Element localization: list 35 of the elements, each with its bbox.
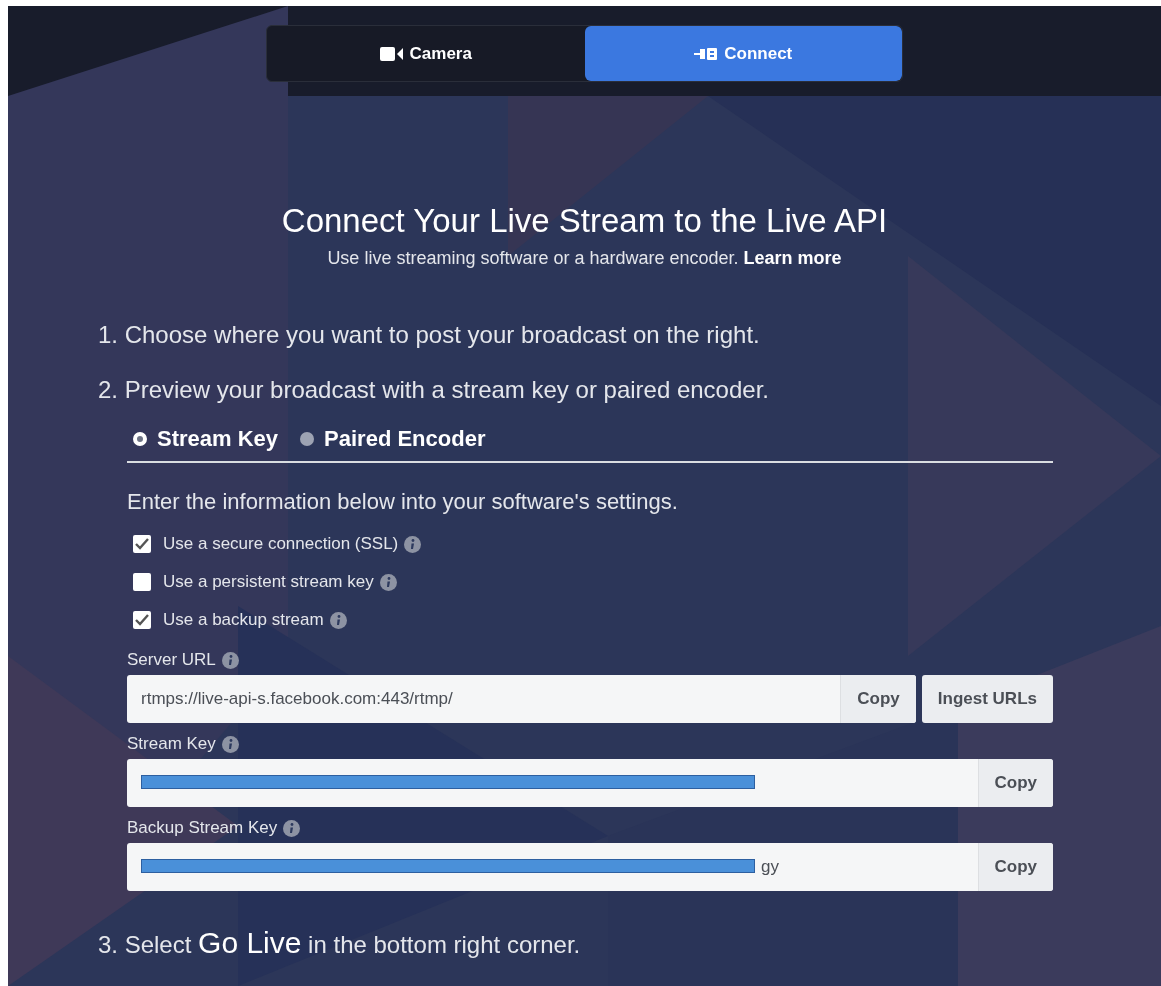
field-label: Stream Key: [127, 734, 216, 754]
info-icon[interactable]: [283, 819, 301, 837]
checkbox[interactable]: [133, 611, 151, 629]
mode-option[interactable]: Stream Key: [133, 426, 279, 452]
info-icon[interactable]: [221, 651, 239, 669]
ingest-urls-button[interactable]: Ingest URLs: [921, 675, 1053, 723]
step-text: 2. Preview your broadcast with a stream key or paired encoder.: [98, 375, 769, 405]
info-icon[interactable]: [379, 573, 397, 591]
info-icon[interactable]: [329, 611, 347, 629]
field-label: Server URL: [127, 650, 216, 670]
input-field[interactable]: rtmps://live-api-s.facebook.com:443/rtmp/ Copy: [127, 675, 916, 723]
tab[interactable]: Camera: [267, 26, 585, 81]
page-title: Connect Your Live Stream to the Live API: [280, 202, 889, 240]
subtitle: Use live streaming software or a hardware encoder. Learn more: [326, 248, 843, 269]
option-label: Use a secure connection (SSL): [163, 534, 399, 554]
video-camera-icon: [379, 45, 404, 62]
copy-button[interactable]: Copy: [840, 675, 916, 723]
checkbox[interactable]: [133, 573, 151, 591]
tab[interactable]: Connect: [584, 26, 902, 81]
step-text: 1. Choose where you want to post your broadcast on the right.: [98, 320, 760, 350]
option-label: Use a persistent stream key: [163, 572, 374, 592]
instructions: Enter the information below into your software's settings.: [127, 489, 679, 515]
info-icon[interactable]: [404, 535, 422, 553]
field-label: Backup Stream Key: [127, 818, 278, 838]
plug-icon: [694, 46, 719, 61]
field-value-area: rtmps://live-api-s.facebook.com:443/rtmp/: [127, 675, 841, 723]
option-label: Use a backup stream: [163, 610, 324, 630]
mode-option[interactable]: Paired Encoder: [300, 426, 486, 452]
copy-button[interactable]: Copy: [977, 759, 1053, 807]
checkbox[interactable]: [133, 535, 151, 553]
step-text: 3. Select Go Live in the bottom right corner.: [98, 925, 581, 961]
info-icon[interactable]: [221, 735, 239, 753]
copy-button[interactable]: Copy: [977, 843, 1053, 891]
input-field[interactable]: Copy: [127, 759, 1053, 807]
input-field[interactable]: gy Copy: [127, 843, 1053, 891]
